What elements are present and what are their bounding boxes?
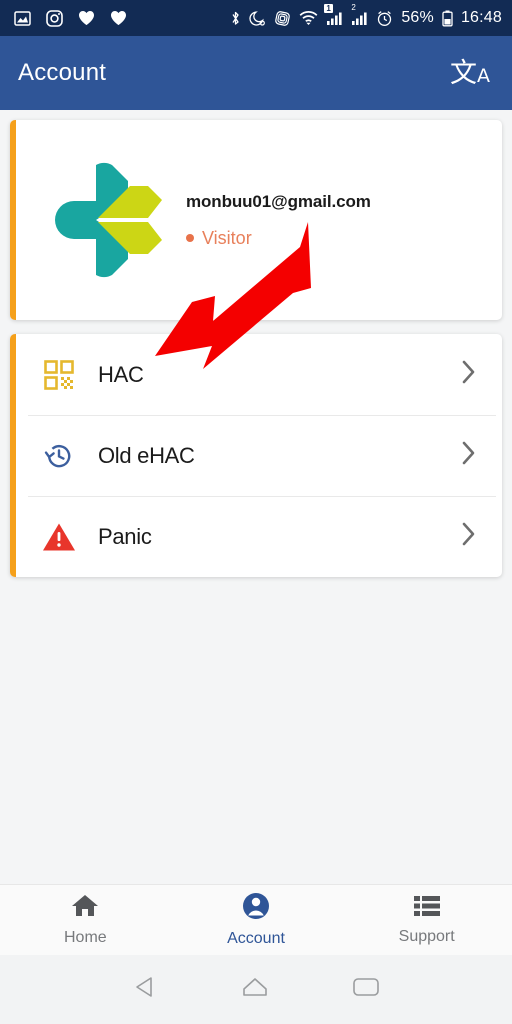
qr-code-icon xyxy=(38,359,80,391)
chevron-right-icon xyxy=(462,441,476,470)
bottom-navigation: Home Account Support xyxy=(0,884,512,955)
signal-1-icon: 1 xyxy=(324,3,343,26)
history-clock-icon xyxy=(38,440,80,472)
nfc-icon xyxy=(274,10,291,27)
nav-item-support[interactable]: Support xyxy=(341,894,512,946)
sim2-badge: 2 xyxy=(351,2,356,12)
status-bar-right: 1 2 56% 16:48 xyxy=(230,3,502,27)
menu-item-hac[interactable]: HAC xyxy=(10,334,502,415)
bluetooth-icon xyxy=(230,10,241,27)
menu-item-label: HAC xyxy=(98,361,144,387)
list-icon xyxy=(413,894,441,923)
menu-item-old-ehac[interactable]: Old eHAC xyxy=(10,415,502,496)
chevron-right-icon xyxy=(462,522,476,551)
status-bar: 1 2 56% 16:48 xyxy=(0,0,512,36)
battery-percent: 56% xyxy=(401,9,434,26)
signal-2-icon: 2 xyxy=(351,3,368,26)
status-bar-left xyxy=(14,9,127,27)
instagram-icon xyxy=(46,9,63,27)
battery-icon xyxy=(442,10,453,27)
warning-triangle-icon xyxy=(38,521,80,553)
back-button[interactable] xyxy=(132,974,158,1005)
translate-icon[interactable]: 文A xyxy=(450,60,490,87)
wifi-icon xyxy=(299,10,318,26)
nav-label: Home xyxy=(63,929,107,946)
status-dot-icon xyxy=(186,234,194,242)
menu-item-label: Panic xyxy=(98,523,152,549)
android-navigation-bar xyxy=(0,955,512,1024)
translate-icon-sub: A xyxy=(477,64,490,87)
heart-icon xyxy=(78,10,95,26)
home-icon xyxy=(71,893,99,924)
profile-card[interactable]: monbuu01@gmail.com Visitor xyxy=(10,120,502,320)
home-button[interactable] xyxy=(241,975,269,1004)
account-email: monbuu01@gmail.com xyxy=(186,191,371,211)
sim1-badge: 1 xyxy=(324,3,333,13)
person-circle-icon xyxy=(242,892,270,925)
account-role-label: Visitor xyxy=(202,227,252,248)
nav-item-account[interactable]: Account xyxy=(171,892,342,948)
clock-time: 16:48 xyxy=(460,9,502,26)
heart-icon xyxy=(110,10,127,26)
menu-item-label: Old eHAC xyxy=(98,442,195,468)
menu-item-panic[interactable]: Panic xyxy=(10,496,502,577)
alarm-icon xyxy=(376,10,393,27)
translate-icon-main: 文 xyxy=(450,57,477,89)
account-role: Visitor xyxy=(186,228,371,249)
profile-info: monbuu01@gmail.com Visitor xyxy=(186,192,371,249)
nav-label: Support xyxy=(398,928,455,945)
image-icon xyxy=(14,10,31,26)
menu-card: HAC Old eHAC Panic xyxy=(10,334,502,577)
nav-item-home[interactable]: Home xyxy=(0,893,171,947)
nav-label: Account xyxy=(227,930,285,947)
main-content: monbuu01@gmail.com Visitor HAC Old eHAC … xyxy=(0,110,512,884)
chevron-right-icon xyxy=(462,360,476,389)
app-bar: Account 文A xyxy=(0,36,512,110)
page-title: Account xyxy=(18,59,107,86)
do-not-disturb-icon xyxy=(249,10,266,27)
app-logo xyxy=(44,155,164,285)
recents-button[interactable] xyxy=(352,976,380,1003)
